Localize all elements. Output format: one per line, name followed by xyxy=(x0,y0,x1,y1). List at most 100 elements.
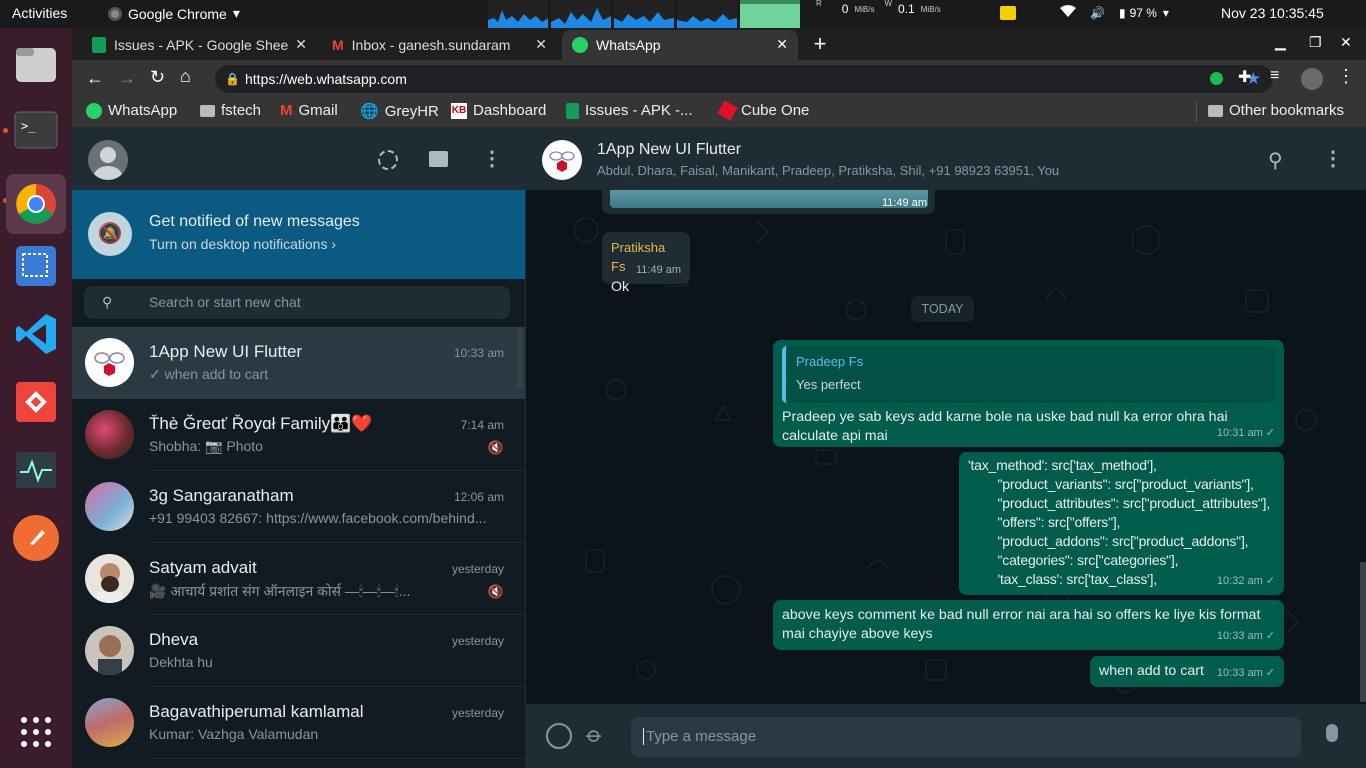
emoji-icon[interactable] xyxy=(546,723,572,749)
chat-item-dheva[interactable]: Dheva yesterday Dekhta hu xyxy=(72,615,525,687)
bookmark-cube-one[interactable]: Cube One xyxy=(717,100,810,121)
sidebar-header: ⋮ xyxy=(72,128,525,190)
tab-strip: Issues - APK - Google Shee ✕ M Inbox - g… xyxy=(72,28,1366,60)
maximize-button[interactable]: ❐ xyxy=(1309,34,1322,51)
bookmark-dashboard[interactable]: KB Dashboard xyxy=(451,102,546,119)
minimize-button[interactable]: ▁ xyxy=(1275,34,1286,51)
chat-time: 10:33 am xyxy=(453,346,504,360)
menu-icon[interactable]: ⋮ xyxy=(482,146,502,171)
screenshot-icon[interactable] xyxy=(12,242,60,290)
chat-item-royal-family[interactable]: Ťhè Ğreɑť Řoyɑł Family👪❤️ 7:14 am Shobha… xyxy=(72,399,525,471)
conversation-menu-icon[interactable]: ⋮ xyxy=(1323,146,1343,171)
address-bar[interactable]: 🔒 https://web.whatsapp.com ★ xyxy=(215,65,1273,93)
new-tab-button[interactable]: + xyxy=(807,32,833,56)
outgoing-message[interactable]: above keys comment ke bad null error nai… xyxy=(773,600,1284,650)
profile-avatar[interactable] xyxy=(1301,68,1323,90)
chat-item-sangaranatham[interactable]: 3g Sangaranatham 12:06 am +91 99403 8266… xyxy=(72,471,525,543)
anydesk-icon[interactable] xyxy=(12,378,60,426)
reload-button[interactable]: ↻ xyxy=(150,67,165,88)
app-menu[interactable]: Google Chrome ▾ xyxy=(108,5,240,22)
message-input[interactable]: Type a message xyxy=(631,717,1301,757)
notification-subtitle[interactable]: Turn on desktop notifications › xyxy=(149,236,336,252)
bookmark-fstech[interactable]: fstech xyxy=(200,102,261,119)
close-window-button[interactable]: ✕ xyxy=(1340,34,1352,51)
message-text: above keys comment ke bad null error nai… xyxy=(782,607,1261,642)
my-avatar[interactable] xyxy=(88,140,128,180)
chat-preview: Dekhta hu xyxy=(149,654,213,670)
close-tab-icon[interactable]: ✕ xyxy=(776,36,788,53)
search-area: ⚲ Search or start new chat xyxy=(72,279,525,327)
battery-icon[interactable]: ▮ xyxy=(1119,6,1126,20)
volume-icon[interactable]: 🔊 xyxy=(1090,6,1105,20)
new-chat-icon[interactable] xyxy=(429,151,448,167)
system-monitor-graphs xyxy=(488,0,800,28)
message-list: 11:49 am Pratiksha Fs Ok 11:49 am TODAY … xyxy=(526,190,1366,704)
search-input[interactable]: ⚲ Search or start new chat xyxy=(84,286,510,319)
close-tab-icon[interactable]: ✕ xyxy=(291,36,307,53)
chrome-icon[interactable] xyxy=(6,174,66,234)
postman-icon[interactable] xyxy=(12,514,60,562)
terminal-icon[interactable]: >_ xyxy=(12,106,60,154)
group-avatar xyxy=(85,338,134,387)
bell-off-icon: 🔕 xyxy=(88,212,132,256)
vscode-icon[interactable] xyxy=(12,310,60,358)
attach-icon[interactable]: ⌀ xyxy=(581,721,608,749)
bookmark-whatsapp[interactable]: WhatsApp xyxy=(86,102,177,119)
divider xyxy=(149,758,525,759)
tray-caret-icon[interactable]: ▾ xyxy=(1163,6,1169,20)
system-monitor-icon[interactable] xyxy=(12,446,60,494)
notification-banner[interactable]: 🔕 Get notified of new messages Turn on d… xyxy=(72,190,525,279)
sent-tick-icon: ✓ xyxy=(1265,630,1275,642)
chat-list-pane: ⋮ 🔕 Get notified of new messages Turn on… xyxy=(72,128,526,768)
message-time: 11:49 am xyxy=(635,264,681,276)
status-icon[interactable] xyxy=(378,150,398,170)
other-bookmarks[interactable]: Other bookmarks xyxy=(1208,102,1344,119)
microphone-icon[interactable] xyxy=(1326,724,1338,742)
quoted-message[interactable]: Pradeep Fs Yes perfect xyxy=(782,346,1275,403)
image-thumbnail[interactable] xyxy=(610,190,928,208)
extensions-icon[interactable]: ✚ xyxy=(1238,67,1251,87)
wifi-icon[interactable] xyxy=(1060,4,1076,21)
system-tray[interactable]: 🔊 ▮ 97 % ▾ xyxy=(1000,4,1169,21)
bookmark-issues-apk[interactable]: Issues - APK -... xyxy=(566,102,693,119)
tab-whatsapp[interactable]: WhatsApp ✕ xyxy=(562,30,798,60)
close-tab-icon[interactable]: ✕ xyxy=(531,36,547,53)
chat-item-1app[interactable]: 1App New UI Flutter 10:33 am ✓ when add … xyxy=(72,327,525,399)
group-avatar[interactable] xyxy=(542,140,582,180)
bookmark-label: Cube One xyxy=(741,102,810,119)
chat-item-bagavathiperumal[interactable]: Bagavathiperumal kamlamal yesterday Kuma… xyxy=(72,687,525,759)
image-message[interactable]: 11:49 am xyxy=(602,190,935,214)
media-control-icon[interactable]: ≡ xyxy=(1270,67,1279,85)
back-button[interactable]: ← xyxy=(86,68,104,89)
tab-sheets[interactable]: Issues - APK - Google Shee ✕ xyxy=(82,30,317,60)
forward-button[interactable]: → xyxy=(118,68,136,89)
chat-name: Satyam advait xyxy=(149,558,257,577)
incoming-message[interactable]: Pratiksha Fs Ok 11:49 am xyxy=(602,232,690,295)
running-indicator xyxy=(3,128,8,133)
tab-gmail[interactable]: M Inbox - ganesh.sundaram ✕ xyxy=(322,30,557,60)
conversation-header[interactable]: 1App New UI Flutter Abdul, Dhara, Faisal… xyxy=(526,128,1366,190)
extension-status-icon[interactable] xyxy=(1210,72,1223,85)
chrome-menu-icon[interactable]: ⋮ xyxy=(1337,66,1355,87)
outgoing-message[interactable]: 'tax_method': src['tax_method'], "produc… xyxy=(959,452,1284,595)
notes-icon[interactable] xyxy=(1000,5,1016,20)
chat-preview: 🎥 आचार्य प्रशांत संग ऑनलाइन कोर्स —🕯—🕯—🕯… xyxy=(149,583,411,599)
conversation-title: 1App New UI Flutter xyxy=(597,141,742,158)
conversation-scrollbar[interactable] xyxy=(1360,562,1366,702)
files-icon[interactable] xyxy=(12,40,60,88)
bookmark-greyhr[interactable]: 🌐 GreyHR xyxy=(360,102,439,121)
sent-tick-icon: ✓ xyxy=(1265,667,1275,679)
clock[interactable]: Nov 23 10:35:45 xyxy=(1221,5,1324,21)
bookmark-label: Dashboard xyxy=(473,102,547,119)
chat-item-satyam[interactable]: Satyam advait yesterday 🎥 आचार्य प्रशांत… xyxy=(72,543,525,615)
outgoing-message[interactable]: Pradeep Fs Yes perfect Pradeep ye sab ke… xyxy=(773,340,1284,447)
search-messages-icon[interactable]: ⚲ xyxy=(1268,148,1283,173)
outgoing-message[interactable]: when add to cart 10:33 am ✓ xyxy=(1090,656,1284,687)
show-apps-icon[interactable] xyxy=(12,708,60,756)
activities-button[interactable]: Activities xyxy=(12,5,67,21)
message-text: Ok xyxy=(611,279,630,295)
home-button[interactable]: ⌂ xyxy=(180,66,191,87)
chat-list-scrollbar[interactable] xyxy=(517,328,523,388)
chat-preview: Kumar: Vazhga Valamudan xyxy=(149,726,319,742)
bookmark-gmail[interactable]: M Gmail xyxy=(280,102,338,119)
